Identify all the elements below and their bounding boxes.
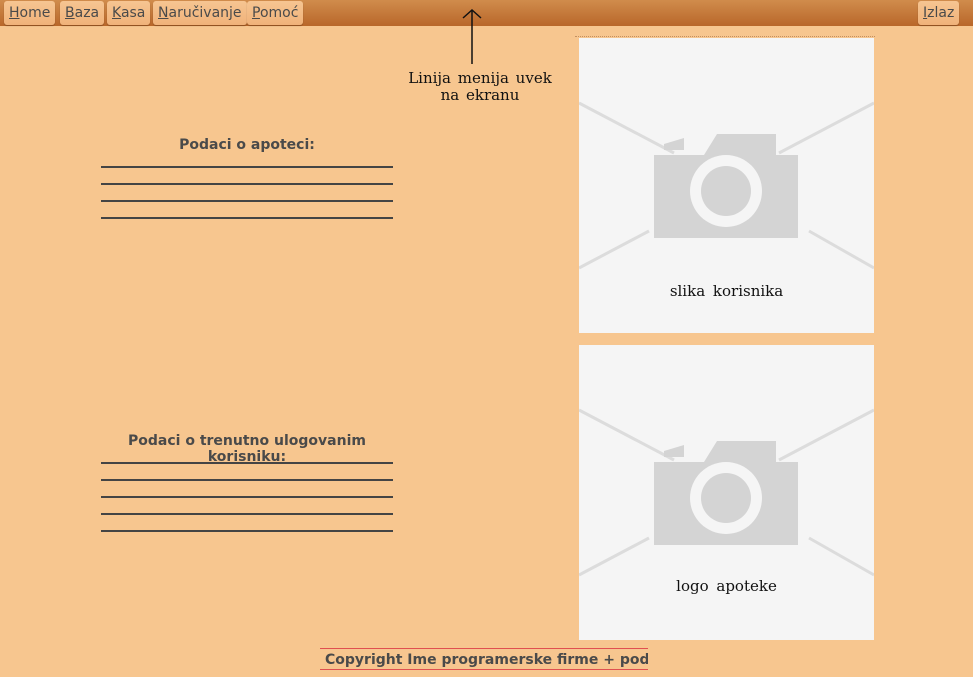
user-section-title: Podaci o trenutno ulogovanim korisniku: xyxy=(128,433,366,465)
menu-hotkey: K xyxy=(112,5,121,21)
menu-label: zlaz xyxy=(927,5,955,21)
menu-label: asa xyxy=(120,5,146,21)
pharmacy-section-title: Podaci o apoteci: xyxy=(179,137,315,153)
logo-caption: logo apoteke xyxy=(676,577,777,595)
user-photo-placeholder: slika korisnika xyxy=(579,38,874,333)
user-data-line xyxy=(101,462,393,464)
menu-item-izlaz[interactable]: Izlaz xyxy=(918,1,960,25)
menu-hotkey: P xyxy=(252,5,260,21)
pharmacy-data-line xyxy=(101,183,393,185)
menu-hotkey: H xyxy=(9,5,20,21)
annotation-line-1: Linija menija uvek xyxy=(408,69,552,87)
pharmacy-data-line xyxy=(101,166,393,168)
camera-icon xyxy=(579,408,874,577)
annotation-line-2: na ekranu xyxy=(440,86,520,104)
menu-label: ome xyxy=(19,5,51,21)
menu-hotkey: B xyxy=(65,5,75,21)
menu-annotation: Linija menija uvek na ekranu xyxy=(400,70,560,104)
menu-label: aza xyxy=(74,5,100,21)
user-photo-caption: slika korisnika xyxy=(669,282,784,300)
menu-item-baza[interactable]: Baza xyxy=(60,1,105,25)
pharmacy-data-line xyxy=(101,217,393,219)
user-data-line xyxy=(101,479,393,481)
menu-item-kasa[interactable]: Kasa xyxy=(107,1,151,25)
menu-label: omoć xyxy=(259,5,299,21)
menu-item-narucivanje[interactable]: Naručivanje xyxy=(153,1,247,25)
user-data-line xyxy=(101,530,393,532)
divider xyxy=(575,36,875,37)
menu-label: aručivanje xyxy=(168,5,242,21)
menu-bar: Home Baza Kasa Naručivanje Pomoć Izlaz xyxy=(0,0,973,26)
user-data-line xyxy=(101,513,393,515)
user-data-line xyxy=(101,496,393,498)
footer-copyright: Copyright Ime programerske firme + podac… xyxy=(320,648,648,670)
menu-hotkey: N xyxy=(158,5,169,21)
arrow-up-icon xyxy=(462,8,482,64)
menu-item-pomoc[interactable]: Pomoć xyxy=(247,1,304,25)
menu-item-home[interactable]: Home xyxy=(4,1,56,25)
pharmacy-data-line xyxy=(101,200,393,202)
logo-placeholder: logo apoteke xyxy=(579,345,874,640)
